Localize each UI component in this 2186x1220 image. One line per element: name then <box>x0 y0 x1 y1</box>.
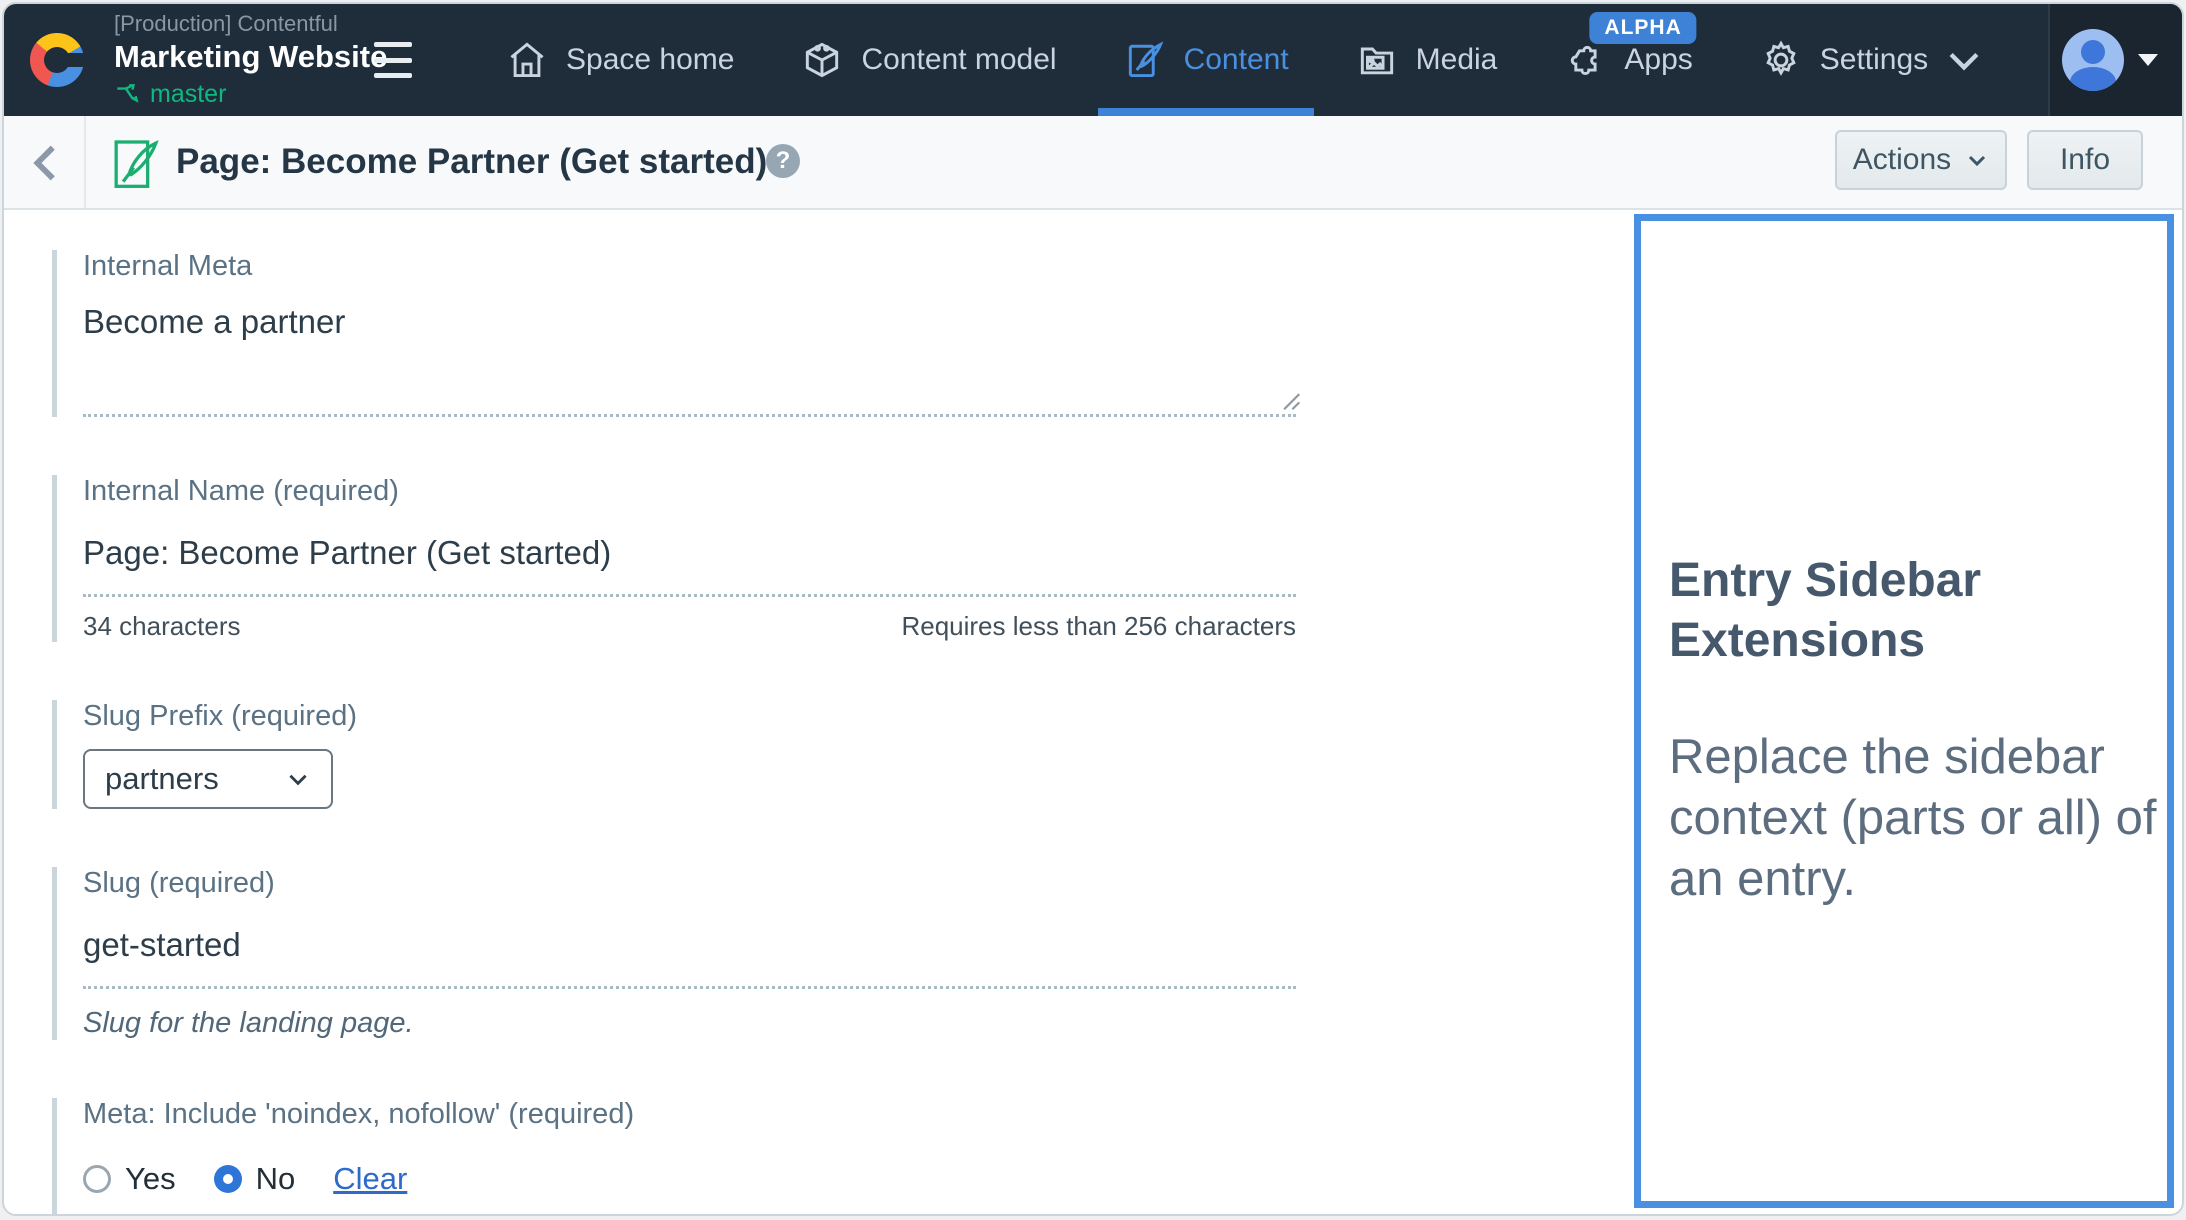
sidebar-description: Replace the sidebar context (parts or al… <box>1669 730 2157 906</box>
entry-content-icon <box>114 140 159 188</box>
radio-option-no[interactable]: No <box>213 1161 296 1197</box>
nav-item-media[interactable]: Media <box>1322 4 1531 116</box>
divider <box>84 116 86 208</box>
entry-editor-main: Internal Meta Become a partner Internal … <box>4 212 2182 1214</box>
field-meta-noindex: Meta: Include 'noindex, nofollow' (requi… <box>52 1098 1296 1214</box>
nav-item-apps[interactable]: ALPHA Apps <box>1530 4 1725 116</box>
field-slug: Slug (required) get-started Slug for the… <box>52 867 1296 1040</box>
char-counter: 34 characters <box>83 611 241 641</box>
constraint-note: Requires less than 256 characters <box>901 611 1296 641</box>
nav-label: Content <box>1183 43 1289 76</box>
nav-label: Space home <box>566 43 735 76</box>
content-icon <box>1128 41 1163 78</box>
hamburger-menu-icon[interactable] <box>374 42 412 78</box>
home-icon <box>510 42 544 78</box>
nav-label: Settings <box>1819 43 1929 76</box>
apps-puzzle-icon <box>1571 45 1597 76</box>
back-chevron-icon[interactable] <box>24 140 70 186</box>
radio-unchecked-icon <box>83 1165 111 1193</box>
slug-prefix-select[interactable]: partners <box>83 749 333 809</box>
user-account-menu[interactable] <box>2062 29 2158 91</box>
organization-label: [Production] Contentful <box>114 11 338 37</box>
chevron-down-icon <box>1949 52 1979 71</box>
field-label: Slug Prefix (required) <box>83 700 357 732</box>
slug-input[interactable]: get-started <box>83 916 1296 989</box>
media-icon <box>1360 47 1393 75</box>
actions-button-label: Actions <box>1852 143 1952 176</box>
field-value: Page: Become Partner (Get started) <box>83 534 612 571</box>
actions-button[interactable]: Actions <box>1835 130 2007 190</box>
radio-option-yes[interactable]: Yes <box>83 1161 176 1197</box>
info-button-label: Info <box>2059 143 2111 176</box>
chevron-down-icon <box>289 774 307 786</box>
entry-title-bar: Page: Become Partner (Get started) ? Act… <box>4 116 2182 210</box>
select-value: partners <box>105 761 219 796</box>
field-internal-name: Internal Name (required) Page: Become Pa… <box>52 475 1296 642</box>
chevron-down-icon <box>2138 54 2158 66</box>
nav-label: Content model <box>861 43 1057 76</box>
field-label: Internal Meta <box>83 250 253 282</box>
nav-item-content[interactable]: Content <box>1090 4 1322 116</box>
radio-checked-icon <box>213 1165 242 1193</box>
app-window: [Production] Contentful Marketing Websit… <box>2 2 2184 1216</box>
field-label: Internal Name (required) <box>83 475 399 507</box>
internal-name-input[interactable]: Page: Become Partner (Get started) <box>83 524 1296 597</box>
environment-label: master <box>150 79 227 108</box>
page-title: Page: Become Partner (Get started) <box>176 142 768 181</box>
contentful-logo-icon <box>30 33 86 87</box>
settings-gear-icon <box>1766 40 1796 76</box>
help-icon[interactable]: ? <box>766 144 800 178</box>
info-button[interactable]: Info <box>2027 130 2143 190</box>
nav-item-content-model[interactable]: Content model <box>767 4 1089 116</box>
field-value: Become a partner <box>83 303 346 340</box>
chevron-down-icon <box>1969 155 1986 167</box>
nav-item-settings[interactable]: Settings <box>1726 4 2036 116</box>
field-value: get-started <box>83 926 241 963</box>
field-help-text: Slug for the landing page. <box>83 1007 414 1039</box>
internal-meta-textarea[interactable]: Become a partner <box>83 299 1301 417</box>
alpha-badge: ALPHA <box>1589 12 1697 44</box>
field-label: Meta: Include 'noindex, nofollow' (requi… <box>83 1098 635 1130</box>
radio-label: Yes <box>125 1161 176 1196</box>
entry-sidebar-extension-panel: Entry Sidebar Extensions Replace the sid… <box>1634 214 2174 1208</box>
nav-label: Media <box>1415 43 1498 76</box>
sidebar-heading: Entry Sidebar Extensions <box>1669 554 1982 667</box>
field-slug-prefix: Slug Prefix (required) partners <box>52 700 1296 809</box>
main-nav: Space home Content model Content Media A… <box>472 4 2036 116</box>
field-label: Slug (required) <box>83 867 275 899</box>
avatar <box>2062 29 2124 91</box>
field-help-text: Whether or not this page should be index… <box>83 1205 1296 1214</box>
branch-icon <box>117 84 139 103</box>
nav-item-space-home[interactable]: Space home <box>472 4 767 116</box>
top-navigation-bar: [Production] Contentful Marketing Websit… <box>4 4 2182 116</box>
field-internal-meta: Internal Meta Become a partner <box>52 250 1301 417</box>
entry-form: Internal Meta Become a partner Internal … <box>52 250 1301 1214</box>
space-selector[interactable]: [Production] Contentful Marketing Websit… <box>30 4 387 116</box>
space-name: Marketing Website <box>114 38 388 74</box>
clear-link[interactable]: Clear <box>333 1161 407 1197</box>
radio-label: No <box>255 1161 296 1196</box>
nav-label: Apps <box>1624 43 1693 76</box>
resize-handle-icon[interactable] <box>1280 390 1302 412</box>
content-model-icon <box>806 42 839 78</box>
